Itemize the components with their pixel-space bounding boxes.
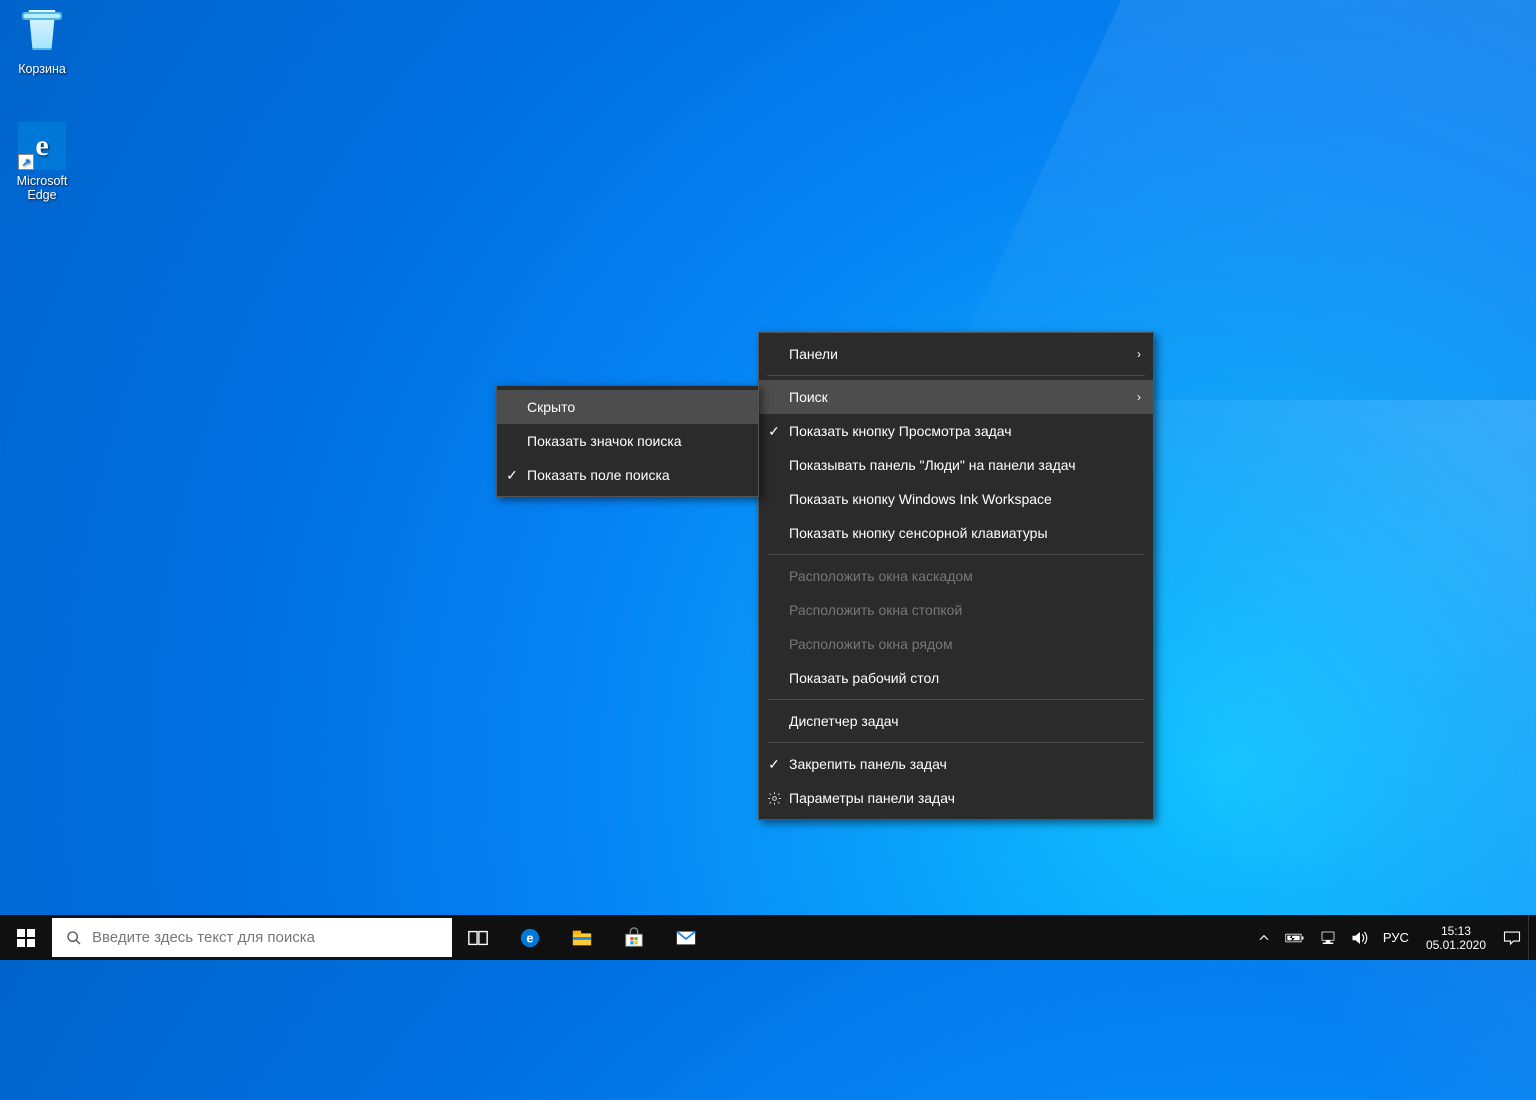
menu-item-label: Показать рабочий стол (789, 670, 939, 686)
submenu-item-search-icon[interactable]: Показать значок поиска (497, 424, 758, 458)
desktop-icon-edge[interactable]: e ↗ Microsoft Edge (0, 122, 84, 202)
menu-item-label: Параметры панели задач (789, 790, 955, 806)
tray-battery[interactable] (1278, 915, 1312, 960)
desktop-icon-label: Microsoft Edge (0, 174, 84, 202)
chevron-right-icon: › (1137, 390, 1141, 404)
language-label: РУС (1383, 930, 1409, 945)
menu-item-stacked: Расположить окна стопкой (759, 593, 1153, 627)
shortcut-arrow-icon: ↗ (18, 154, 34, 170)
search-placeholder: Введите здесь текст для поиска (92, 929, 315, 946)
menu-item-label: Показать значок поиска (527, 433, 682, 449)
tray-volume[interactable] (1344, 915, 1376, 960)
taskbar-app-mail[interactable] (660, 915, 712, 960)
chevron-right-icon: › (1137, 347, 1141, 361)
system-tray: РУС 15:13 05.01.2020 (1250, 915, 1536, 960)
menu-separator (767, 699, 1145, 700)
menu-item-task-view-button[interactable]: ✓ Показать кнопку Просмотра задач (759, 414, 1153, 448)
show-desktop-button[interactable] (1528, 915, 1536, 960)
svg-text:e: e (526, 930, 533, 945)
tray-action-center[interactable] (1496, 915, 1528, 960)
menu-item-label: Поиск (789, 389, 828, 405)
menu-item-label: Диспетчер задач (789, 713, 899, 729)
menu-item-label: Панели (789, 346, 838, 362)
search-submenu: Скрыто Показать значок поиска ✓ Показать… (496, 385, 759, 497)
menu-item-search[interactable]: Поиск › (759, 380, 1153, 414)
menu-item-label: Расположить окна стопкой (789, 602, 962, 618)
volume-icon (1351, 930, 1369, 946)
taskbar-app-store[interactable] (608, 915, 660, 960)
taskbar-app-edge[interactable]: e (504, 915, 556, 960)
menu-item-label: Закрепить панель задач (789, 756, 947, 772)
menu-item-label: Показать кнопку Windows Ink Workspace (789, 491, 1052, 507)
menu-item-side-by-side: Расположить окна рядом (759, 627, 1153, 661)
menu-item-label: Показать поле поиска (527, 467, 670, 483)
submenu-item-hidden[interactable]: Скрыто (497, 390, 758, 424)
menu-item-taskbar-settings[interactable]: Параметры панели задач (759, 781, 1153, 815)
menu-item-cascade: Расположить окна каскадом (759, 559, 1153, 593)
recycle-bin-icon (18, 10, 66, 58)
taskbar-app-explorer[interactable] (556, 915, 608, 960)
check-icon: ✓ (759, 756, 789, 773)
taskbar: Введите здесь текст для поиска e (0, 915, 1536, 960)
menu-item-label: Показать кнопку сенсорной клавиатуры (789, 525, 1048, 541)
submenu-item-search-box[interactable]: ✓ Показать поле поиска (497, 458, 758, 492)
edge-icon: e ↗ (18, 122, 66, 170)
mail-icon (675, 927, 697, 949)
search-icon (66, 930, 82, 946)
start-button[interactable] (0, 915, 52, 960)
menu-separator (767, 742, 1145, 743)
task-view-icon (467, 927, 489, 949)
clock-date: 05.01.2020 (1426, 938, 1486, 952)
gear-icon (759, 791, 789, 806)
task-view-button[interactable] (452, 915, 504, 960)
taskbar-context-menu: Панели › Поиск › ✓ Показать кнопку Просм… (758, 332, 1154, 820)
check-icon: ✓ (497, 467, 527, 484)
tray-overflow[interactable] (1250, 915, 1278, 960)
menu-item-ink-workspace[interactable]: Показать кнопку Windows Ink Workspace (759, 482, 1153, 516)
menu-item-panels[interactable]: Панели › (759, 337, 1153, 371)
menu-item-label: Расположить окна рядом (789, 636, 953, 652)
search-input[interactable]: Введите здесь текст для поиска (52, 918, 452, 957)
menu-item-lock-taskbar[interactable]: ✓ Закрепить панель задач (759, 747, 1153, 781)
battery-icon (1285, 931, 1305, 945)
desktop-icon-label: Корзина (0, 62, 84, 76)
clock-time: 15:13 (1441, 924, 1471, 938)
windows-logo-icon (17, 929, 35, 947)
menu-item-label: Расположить окна каскадом (789, 568, 973, 584)
edge-icon: e (519, 927, 541, 949)
store-icon (623, 927, 645, 949)
menu-item-touch-keyboard[interactable]: Показать кнопку сенсорной клавиатуры (759, 516, 1153, 550)
tray-clock[interactable]: 15:13 05.01.2020 (1416, 915, 1496, 960)
menu-item-people[interactable]: Показывать панель "Люди" на панели задач (759, 448, 1153, 482)
notification-icon (1503, 930, 1521, 946)
network-icon (1319, 930, 1337, 946)
desktop-icon-recycle-bin[interactable]: Корзина (0, 6, 84, 76)
menu-item-label: Скрыто (527, 399, 575, 415)
menu-item-label: Показать кнопку Просмотра задач (789, 423, 1012, 439)
menu-item-label: Показывать панель "Люди" на панели задач (789, 457, 1076, 473)
menu-item-show-desktop[interactable]: Показать рабочий стол (759, 661, 1153, 695)
menu-separator (767, 554, 1145, 555)
tray-language[interactable]: РУС (1376, 915, 1416, 960)
check-icon: ✓ (759, 423, 789, 440)
menu-item-task-manager[interactable]: Диспетчер задач (759, 704, 1153, 738)
tray-network[interactable] (1312, 915, 1344, 960)
chevron-up-icon (1257, 931, 1271, 945)
file-explorer-icon (571, 927, 593, 949)
menu-separator (767, 375, 1145, 376)
